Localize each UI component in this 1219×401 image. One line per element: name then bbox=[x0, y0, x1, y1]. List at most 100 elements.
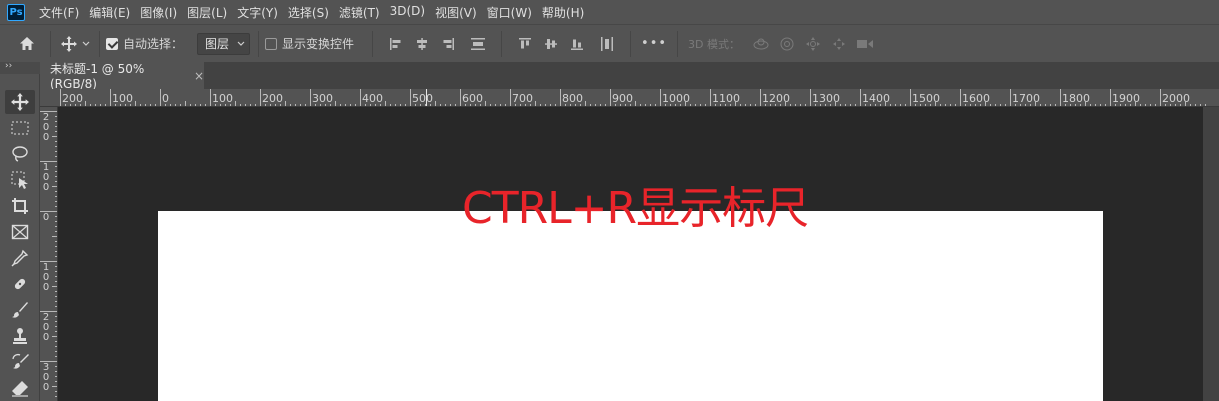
collapse-toolbar-icon[interactable]: ›› bbox=[0, 62, 12, 74]
spot-healing-brush-tool[interactable] bbox=[5, 272, 35, 296]
ruler-minor-tick bbox=[1170, 104, 1171, 106]
ruler-minor-tick bbox=[1105, 104, 1106, 106]
ruler-minor-tick bbox=[80, 104, 81, 106]
document-canvas[interactable] bbox=[158, 211, 1103, 401]
ruler-minor-tick bbox=[55, 231, 57, 232]
show-transform-controls-checkbox[interactable]: 显示变换控件 bbox=[265, 35, 354, 52]
align-vertical-centers-icon[interactable] bbox=[538, 37, 564, 51]
ruler-minor-tick bbox=[450, 104, 451, 106]
auto-select-target-dropdown[interactable]: 图层 bbox=[197, 32, 251, 55]
ruler-minor-tick bbox=[1140, 104, 1141, 106]
ruler-minor-tick bbox=[530, 104, 531, 106]
ruler-minor-tick bbox=[340, 104, 341, 106]
clone-stamp-tool[interactable] bbox=[5, 324, 35, 348]
menu-item[interactable]: 文字(Y) bbox=[232, 4, 283, 21]
show-transform-label: 显示变换控件 bbox=[282, 37, 355, 51]
crop-tool[interactable] bbox=[5, 194, 35, 218]
more-options-icon[interactable]: ••• bbox=[637, 36, 671, 51]
3d-orbit-icon[interactable] bbox=[748, 37, 774, 51]
menu-item[interactable]: 文件(F) bbox=[34, 4, 84, 21]
move-tool-preset-picker[interactable] bbox=[57, 35, 93, 52]
ruler-minor-tick bbox=[975, 104, 976, 106]
3d-slide-icon[interactable] bbox=[826, 36, 852, 52]
ruler-minor-tick bbox=[1030, 104, 1031, 106]
ruler-minor-tick bbox=[95, 104, 96, 106]
align-right-edges-icon[interactable] bbox=[435, 37, 461, 51]
ruler-minor-tick bbox=[55, 321, 57, 322]
align-top-edges-icon[interactable] bbox=[512, 37, 538, 51]
3d-pan-icon[interactable] bbox=[800, 36, 826, 52]
menu-item[interactable]: 图层(L) bbox=[182, 4, 232, 21]
history-brush-tool[interactable] bbox=[5, 350, 35, 374]
crop-icon bbox=[12, 198, 28, 214]
close-icon[interactable]: × bbox=[194, 69, 204, 83]
3d-mode-label: 3D 模式： bbox=[688, 37, 741, 51]
document-tab[interactable]: 未标题-1 @ 50%(RGB/8) × bbox=[40, 62, 204, 91]
ruler-minor-tick bbox=[300, 104, 301, 106]
lasso-tool[interactable] bbox=[5, 142, 35, 166]
3d-roll-icon[interactable] bbox=[774, 36, 800, 52]
eyedropper-tool[interactable] bbox=[5, 246, 35, 270]
ruler-minor-tick bbox=[535, 101, 536, 106]
frame-tool[interactable] bbox=[5, 220, 35, 244]
menu-item[interactable]: 编辑(E) bbox=[84, 4, 135, 21]
3d-scale-camera-icon[interactable] bbox=[852, 38, 878, 50]
ruler-minor-tick bbox=[55, 116, 57, 117]
ruler-minor-tick bbox=[215, 104, 216, 106]
ruler-minor-tick bbox=[52, 286, 57, 287]
photoshop-logo-icon[interactable]: Ps bbox=[7, 3, 25, 21]
vertical-scrollbar[interactable] bbox=[1203, 107, 1219, 401]
ruler-minor-tick bbox=[595, 104, 596, 106]
ruler-major-tick bbox=[360, 89, 361, 106]
ruler-major-tick bbox=[160, 89, 161, 106]
align-left-edges-icon[interactable] bbox=[383, 37, 409, 51]
ruler-minor-tick bbox=[930, 104, 931, 106]
ruler-minor-tick bbox=[840, 104, 841, 106]
ruler-minor-tick bbox=[100, 104, 101, 106]
ruler-minor-tick bbox=[820, 104, 821, 106]
ruler-minor-tick bbox=[675, 104, 676, 106]
menu-item[interactable]: 窗口(W) bbox=[482, 4, 537, 21]
distribute-vertical-icon[interactable] bbox=[461, 37, 495, 51]
object-selection-tool[interactable] bbox=[5, 168, 35, 192]
eraser-tool[interactable] bbox=[5, 376, 35, 400]
auto-select-label: 自动选择： bbox=[123, 37, 184, 51]
distribute-horizontal-icon[interactable] bbox=[590, 36, 624, 52]
menu-item[interactable]: 3D(D) bbox=[385, 4, 430, 21]
align-bottom-edges-icon[interactable] bbox=[564, 37, 590, 51]
menu-item[interactable]: 滤镜(T) bbox=[334, 4, 385, 21]
ruler-minor-tick bbox=[875, 104, 876, 106]
auto-select-checkbox[interactable]: 自动选择： bbox=[106, 35, 183, 52]
separator bbox=[258, 30, 260, 57]
ruler-minor-tick bbox=[55, 226, 57, 227]
ruler-minor-tick bbox=[190, 104, 191, 106]
vertical-ruler[interactable]: 2001000100200300 bbox=[40, 107, 58, 401]
ruler-label: 0 bbox=[42, 182, 50, 193]
ruler-minor-tick bbox=[445, 104, 446, 106]
home-icon[interactable] bbox=[10, 36, 44, 51]
ruler-minor-tick bbox=[925, 104, 926, 106]
ruler-minor-tick bbox=[250, 104, 251, 106]
ruler-minor-tick bbox=[890, 104, 891, 106]
move-tool[interactable] bbox=[5, 90, 35, 114]
ruler-minor-tick bbox=[365, 104, 366, 106]
ruler-major-tick bbox=[110, 89, 111, 106]
ruler-minor-tick bbox=[55, 146, 57, 147]
ruler-major-tick bbox=[260, 89, 261, 106]
align-horizontal-centers-icon[interactable] bbox=[409, 37, 435, 51]
eyedropper-icon bbox=[11, 249, 29, 267]
menu-item[interactable]: 图像(I) bbox=[135, 4, 182, 21]
ruler-minor-tick bbox=[865, 104, 866, 106]
menu-item[interactable]: 帮助(H) bbox=[537, 4, 589, 21]
ruler-minor-tick bbox=[1070, 104, 1071, 106]
ruler-minor-tick bbox=[825, 104, 826, 106]
menu-item[interactable]: 视图(V) bbox=[430, 4, 482, 21]
menu-item[interactable]: 选择(S) bbox=[283, 4, 334, 21]
auto-select-check-mark[interactable] bbox=[106, 37, 118, 50]
show-transform-check-box[interactable] bbox=[265, 37, 278, 50]
rectangular-marquee-tool[interactable] bbox=[5, 116, 35, 140]
eraser-icon bbox=[12, 381, 28, 397]
ruler-minor-tick bbox=[165, 104, 166, 106]
brush-tool[interactable] bbox=[5, 298, 35, 322]
horizontal-ruler[interactable]: 200 100 0 100 200 300 400 500 600 700 800 900 1000 11… bbox=[40, 89, 1219, 107]
